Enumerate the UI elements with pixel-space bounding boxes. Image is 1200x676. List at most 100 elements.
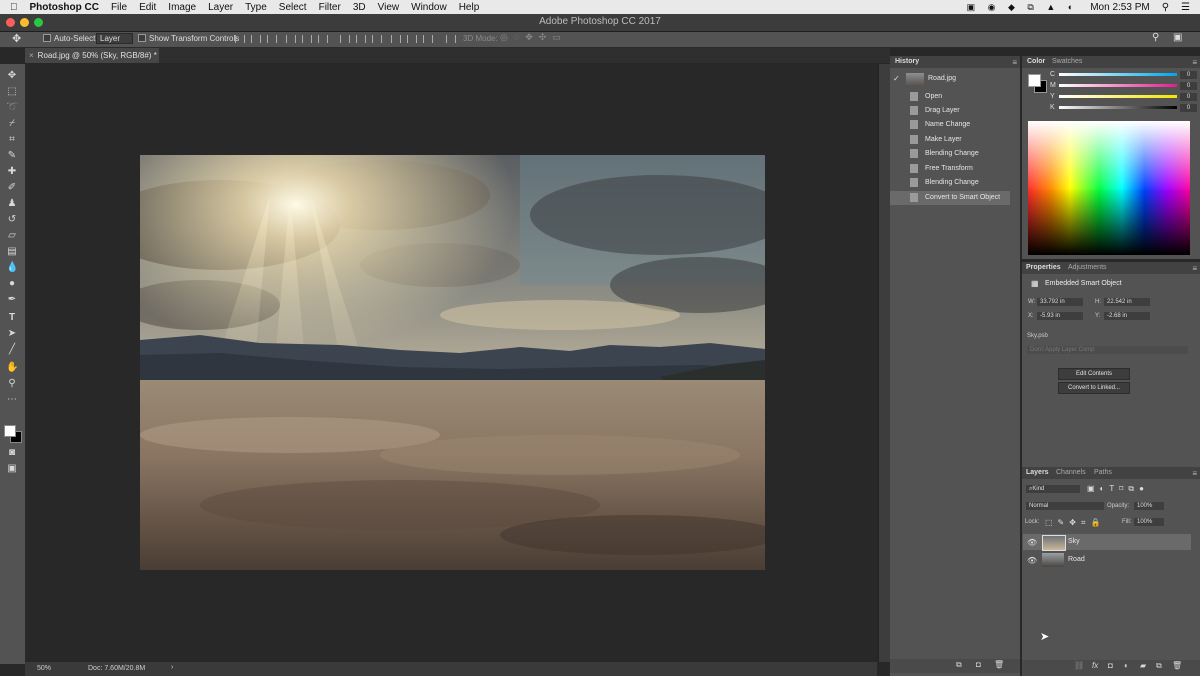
layer-row-road[interactable]: 👁 Road xyxy=(1023,552,1191,568)
align-right-icon[interactable] xyxy=(318,35,328,43)
x-field[interactable]: -5.93 in xyxy=(1037,312,1083,320)
color-tab[interactable]: Color xyxy=(1027,58,1045,65)
distribute-top-icon[interactable] xyxy=(340,35,350,43)
convert-to-linked-button[interactable]: Convert to Linked... xyxy=(1058,382,1130,394)
crop-tool-icon[interactable]: ⌗ xyxy=(6,134,18,146)
canvas-vertical-scrollbar[interactable] xyxy=(878,64,890,662)
black-slider[interactable] xyxy=(1059,106,1177,109)
history-step-convert-smart-object[interactable]: Convert to Smart Object xyxy=(890,191,1010,205)
layer-filter-icons[interactable]: ▣◐T⌑⧉● xyxy=(1087,484,1149,494)
document-tab[interactable]: × Road.jpg @ 50% (Sky, RGB/8#) * xyxy=(25,48,159,63)
fill-field[interactable]: 100% xyxy=(1134,518,1164,526)
blur-tool-icon[interactable]: 💧 xyxy=(6,262,18,274)
gradient-tool-icon[interactable]: ▤ xyxy=(6,246,18,258)
layer-style-icon[interactable]: fx xyxy=(1092,661,1098,670)
eraser-tool-icon[interactable]: ▱ xyxy=(6,230,18,242)
menu-layer[interactable]: Layer xyxy=(202,2,239,13)
search-icon[interactable]: ⚲ xyxy=(1152,32,1159,43)
menu-edit[interactable]: Edit xyxy=(133,2,162,13)
zoom-tool-icon[interactable]: ⚲ xyxy=(6,378,18,390)
magenta-slider[interactable] xyxy=(1059,84,1177,87)
history-step-open[interactable]: Open xyxy=(890,90,1010,104)
layer-filter-dropdown[interactable]: ⌕Kind xyxy=(1026,485,1080,493)
distribute-left-icon[interactable] xyxy=(391,35,401,43)
history-step-blending-change-2[interactable]: Blending Change xyxy=(890,176,1010,190)
layers-tab[interactable]: Layers xyxy=(1026,469,1049,476)
menu-select[interactable]: Select xyxy=(273,2,313,13)
history-tab[interactable]: History xyxy=(895,58,919,65)
lasso-tool-icon[interactable]: ➰ xyxy=(6,102,18,114)
status-icons[interactable]: ▣ ◉ ◆ ⧉ ▲ ◐ xyxy=(961,2,1085,13)
layer-name[interactable]: Road xyxy=(1068,556,1085,563)
pen-tool-icon[interactable]: ✒ xyxy=(6,294,18,306)
color-panel-menu-icon[interactable]: ≡ xyxy=(1192,58,1197,67)
dodge-tool-icon[interactable]: ● xyxy=(6,278,18,290)
visibility-eye-icon[interactable]: 👁 xyxy=(1027,538,1037,547)
history-step-make-layer[interactable]: Make Layer xyxy=(890,133,1010,147)
y-field[interactable]: -2.68 in xyxy=(1104,312,1150,320)
history-snapshot[interactable]: ✓ Road.jpg xyxy=(890,71,1010,88)
history-panel-menu-icon[interactable]: ≡ xyxy=(1012,58,1017,67)
brush-tool-icon[interactable]: ✐ xyxy=(6,182,18,194)
delete-layer-icon[interactable]: 🗑 xyxy=(1172,661,1182,670)
quick-select-tool-icon[interactable]: ⌿ xyxy=(6,118,18,130)
visibility-eye-icon[interactable]: 👁 xyxy=(1027,556,1037,565)
history-step-name-change[interactable]: Name Change xyxy=(890,118,1010,132)
layers-panel-menu-icon[interactable]: ≡ xyxy=(1192,469,1197,478)
screen-mode-icon[interactable]: ▣ xyxy=(6,463,18,475)
color-fg-swatch[interactable] xyxy=(1028,74,1041,87)
history-step-free-transform[interactable]: Free Transform xyxy=(890,162,1010,176)
align-hcenter-icon[interactable] xyxy=(302,35,312,43)
auto-select-checkbox[interactable]: Auto-Select: xyxy=(43,34,98,43)
blend-mode-dropdown[interactable]: Normal xyxy=(1026,502,1104,510)
layer-comp-select[interactable]: Don't Apply Layer Comp xyxy=(1027,346,1188,354)
workspace-switcher-icon[interactable]: ▣ xyxy=(1173,32,1182,43)
history-step-blending-change[interactable]: Blending Change xyxy=(890,147,1010,161)
notification-center-icon[interactable]: ☰ xyxy=(1175,2,1200,13)
menu-window[interactable]: Window xyxy=(405,2,453,13)
history-brush-tool-icon[interactable]: ↺ xyxy=(6,214,18,226)
magenta-value[interactable]: 0 xyxy=(1180,82,1197,90)
cyan-slider[interactable] xyxy=(1059,73,1177,76)
opacity-field[interactable]: 100% xyxy=(1134,502,1164,510)
healing-brush-tool-icon[interactable]: ✚ xyxy=(6,166,18,178)
adjustments-tab[interactable]: Adjustments xyxy=(1068,264,1107,271)
type-tool-icon[interactable]: T xyxy=(6,312,18,324)
delete-state-icon[interactable]: 🗑 xyxy=(994,660,1004,669)
align-vcenter-icon[interactable] xyxy=(251,35,261,43)
doc-size-info[interactable]: Doc: 7.60M/20.8M xyxy=(88,665,145,672)
menu-help[interactable]: Help xyxy=(453,2,486,13)
document-image[interactable] xyxy=(140,155,765,570)
hand-tool-icon[interactable]: ✋ xyxy=(6,362,18,374)
menu-3d[interactable]: 3D xyxy=(347,2,372,13)
clock[interactable]: Mon 2:53 PM xyxy=(1084,2,1155,13)
status-menu-arrow-icon[interactable]: › xyxy=(171,664,173,671)
menu-filter[interactable]: Filter xyxy=(313,2,347,13)
cyan-value[interactable]: 0 xyxy=(1180,71,1197,79)
quick-mask-icon[interactable]: ◙ xyxy=(6,447,18,459)
marquee-tool-icon[interactable]: ⬚ xyxy=(6,86,18,98)
clone-stamp-tool-icon[interactable]: ♟ xyxy=(6,198,18,210)
new-layer-icon[interactable]: ⧉ xyxy=(1156,661,1162,671)
yellow-value[interactable]: 0 xyxy=(1180,93,1197,101)
menu-file[interactable]: File xyxy=(105,2,133,13)
move-tool-preset-icon[interactable]: ✥ xyxy=(12,32,21,45)
history-step-drag-layer[interactable]: Drag Layer xyxy=(890,104,1010,118)
transform-controls-checkbox[interactable]: Show Transform Controls xyxy=(138,34,239,43)
align-bottom-icon[interactable] xyxy=(267,35,277,43)
lock-icons[interactable]: ⬚✎✥⌗🔒 xyxy=(1045,518,1105,528)
properties-tab[interactable]: Properties xyxy=(1026,264,1061,271)
line-tool-icon[interactable]: ╱ xyxy=(6,344,18,356)
width-field[interactable]: 33.792 in xyxy=(1037,298,1083,306)
paths-tab[interactable]: Paths xyxy=(1094,469,1112,476)
layer-name[interactable]: Sky xyxy=(1068,538,1080,545)
menu-image[interactable]: Image xyxy=(162,2,202,13)
new-group-icon[interactable]: ▰ xyxy=(1140,661,1146,670)
more-tools-icon[interactable]: ⋯ xyxy=(6,394,18,406)
path-select-tool-icon[interactable]: ➤ xyxy=(6,328,18,340)
new-snapshot-icon[interactable]: ◘ xyxy=(976,660,981,669)
height-field[interactable]: 22.542 in xyxy=(1104,298,1150,306)
menu-app-name[interactable]: Photoshop CC xyxy=(24,2,105,13)
adjustment-layer-icon[interactable]: ◐ xyxy=(1124,661,1129,670)
close-tab-icon[interactable]: × xyxy=(29,51,34,60)
